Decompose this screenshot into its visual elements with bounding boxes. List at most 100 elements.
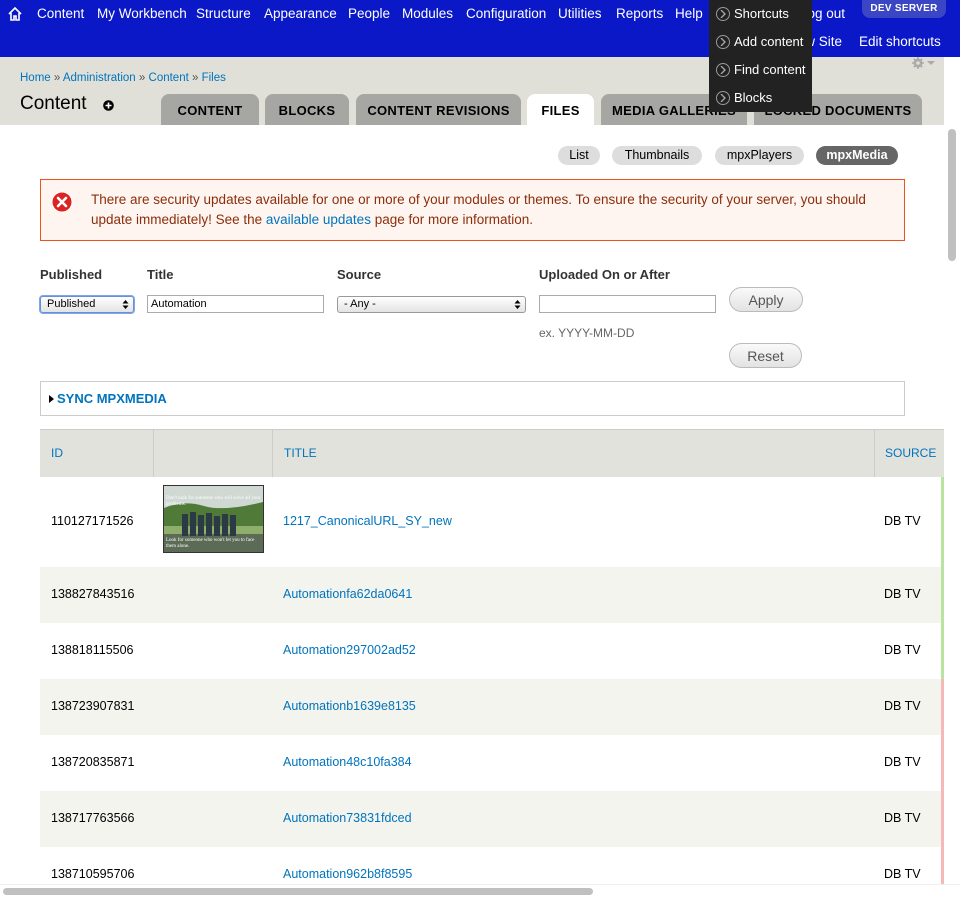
row-thumbnail[interactable]: Don't look for someone who will solve al…: [163, 485, 264, 553]
toolbar-item-utilities[interactable]: Utilities: [558, 6, 602, 22]
row-id: 138717763566: [51, 811, 135, 825]
row-id: 138818115506: [51, 643, 134, 657]
row-title-link[interactable]: Automation48c10fa384: [283, 755, 412, 769]
sync-fieldset-legend: SYNC MPXMEDIA: [57, 391, 167, 406]
shortcut-label: Shortcuts: [734, 6, 789, 21]
row-id: 138723907831: [51, 699, 135, 713]
toolbar-item-help[interactable]: Help: [675, 6, 703, 22]
error-message: There are security updates available for…: [40, 179, 905, 241]
header-source[interactable]: SOURCE: [885, 446, 936, 460]
source-select[interactable]: - Any -: [337, 296, 526, 313]
row-source: DB TV: [884, 755, 921, 769]
error-message-text: There are security updates available for…: [91, 192, 866, 227]
toolbar-item-configuration[interactable]: Configuration: [466, 6, 546, 22]
row-source: DB TV: [884, 811, 921, 825]
gear-icon[interactable]: [910, 57, 936, 71]
shortcut-item-add-content[interactable]: Add content: [716, 32, 803, 52]
breadcrumb-home[interactable]: Home: [20, 72, 51, 84]
tab-files[interactable]: FILES: [527, 94, 594, 125]
shortcut-label: Blocks: [734, 90, 773, 105]
source-select-value: - Any -: [344, 298, 376, 310]
toolbar-item-appearance[interactable]: Appearance: [264, 6, 337, 22]
published-label: Published: [40, 267, 103, 282]
source-label: Source: [337, 267, 382, 282]
table-row: 138818115506 Automation297002ad52 DB TV: [40, 623, 944, 679]
row-source: DB TV: [884, 514, 921, 528]
row-title-link[interactable]: Automation962b8f8595: [283, 867, 412, 881]
vertical-scrollbar[interactable]: [944, 125, 960, 885]
tab-content-revisions[interactable]: CONTENT REVISIONS: [356, 94, 521, 125]
row-id: 110127171526: [51, 514, 134, 528]
uploaded-date-input[interactable]: [539, 295, 716, 313]
table-row: 110127171526 Don't look for someone who …: [40, 477, 944, 567]
select-updown-icon: [122, 300, 129, 309]
row-source: DB TV: [884, 699, 921, 713]
date-format-hint: ex. YYYY-MM-DD: [539, 326, 635, 340]
row-title-link[interactable]: Automationfa62da0641: [283, 587, 412, 601]
thumb-caption-bottom: Look for someone who won't let you to fa…: [166, 538, 255, 549]
subtab-mpxplayers[interactable]: mpxPlayers: [715, 146, 804, 165]
edit-shortcuts-link[interactable]: Edit shortcuts: [859, 34, 941, 49]
header-divider: [153, 430, 154, 477]
toolbar-item-reports[interactable]: Reports: [616, 6, 663, 22]
horizontal-scrollbar[interactable]: [0, 884, 960, 899]
table-row: 138717763566 Automation73831fdced DB TV: [40, 791, 944, 847]
toolbar-item-my-workbench[interactable]: My Workbench: [97, 6, 187, 22]
select-updown-icon: [514, 300, 521, 309]
header-id[interactable]: ID: [51, 446, 63, 460]
subtab-mpxmedia[interactable]: mpxMedia: [816, 146, 898, 165]
row-title-link[interactable]: Automation73831fdced: [283, 811, 412, 825]
sync-fieldset: SYNC MPXMEDIA: [40, 381, 905, 416]
subtab-list[interactable]: List: [558, 146, 600, 165]
header-title[interactable]: TITLE: [284, 446, 317, 460]
error-icon: [51, 191, 73, 213]
row-title-link[interactable]: Automation297002ad52: [283, 643, 416, 657]
table-row: 138723907831 Automationb1639e8135 DB TV: [40, 679, 944, 735]
breadcrumb-administration[interactable]: Administration: [63, 72, 136, 84]
apply-button[interactable]: Apply: [729, 287, 803, 312]
reset-button[interactable]: Reset: [729, 343, 802, 368]
row-title-link[interactable]: Automationb1639e8135: [283, 699, 416, 713]
breadcrumb-files[interactable]: Files: [202, 72, 226, 84]
table-row: 138710595706 Automation962b8f8595 DB TV: [40, 847, 944, 884]
header-divider: [874, 430, 875, 477]
chevron-right-icon: [716, 90, 730, 105]
thumb-caption-top: Don't look for someone who will solve al…: [166, 496, 261, 507]
uploaded-label: Uploaded On or After: [539, 267, 670, 282]
shortcut-label: Add content: [734, 34, 804, 49]
title-label: Title: [147, 267, 174, 282]
home-icon[interactable]: [7, 6, 23, 22]
tab-content[interactable]: CONTENT: [161, 94, 259, 125]
table-header: ID TITLE SOURCE: [40, 429, 944, 478]
subtab-thumbnails[interactable]: Thumbnails: [612, 146, 702, 165]
sync-fieldset-toggle[interactable]: SYNC MPXMEDIA: [49, 391, 167, 406]
published-select[interactable]: Published: [40, 296, 134, 313]
horizontal-scrollbar-thumb[interactable]: [3, 888, 593, 895]
shortcut-label: Find content: [734, 62, 806, 77]
shortcut-item-find-content[interactable]: Find content: [716, 60, 806, 80]
vertical-scrollbar-thumb[interactable]: [948, 129, 956, 261]
chevron-right-icon: [716, 6, 730, 21]
add-shortcut-icon[interactable]: [103, 100, 114, 111]
breadcrumb-content[interactable]: Content: [149, 72, 189, 84]
tab-blocks[interactable]: BLOCKS: [265, 94, 349, 125]
toolbar-item-modules[interactable]: Modules: [402, 6, 453, 22]
shortcut-item-shortcuts[interactable]: Shortcuts: [716, 4, 789, 24]
toolbar-item-people[interactable]: People: [348, 6, 390, 22]
toolbar-item-structure[interactable]: Structure: [196, 6, 251, 22]
row-id: 138720835871: [51, 755, 135, 769]
toolbar-item-content[interactable]: Content: [37, 6, 84, 22]
row-id: 138827843516: [51, 587, 135, 601]
chevron-right-icon: [716, 34, 730, 49]
table-row: 138720835871 Automation48c10fa384 DB TV: [40, 735, 944, 791]
row-id: 138710595706: [51, 867, 135, 881]
breadcrumb: Home » Administration » Content » Files: [20, 72, 226, 84]
title-input[interactable]: Automation: [147, 295, 324, 313]
page-title: Content: [20, 93, 87, 114]
row-source: DB TV: [884, 587, 921, 601]
header-divider: [272, 430, 273, 477]
env-badge: DEV SERVER: [862, 0, 946, 18]
available-updates-link[interactable]: available updates: [266, 212, 371, 227]
row-title-link[interactable]: 1217_CanonicalURL_SY_new: [283, 514, 452, 528]
shortcut-item-blocks[interactable]: Blocks: [716, 88, 772, 108]
